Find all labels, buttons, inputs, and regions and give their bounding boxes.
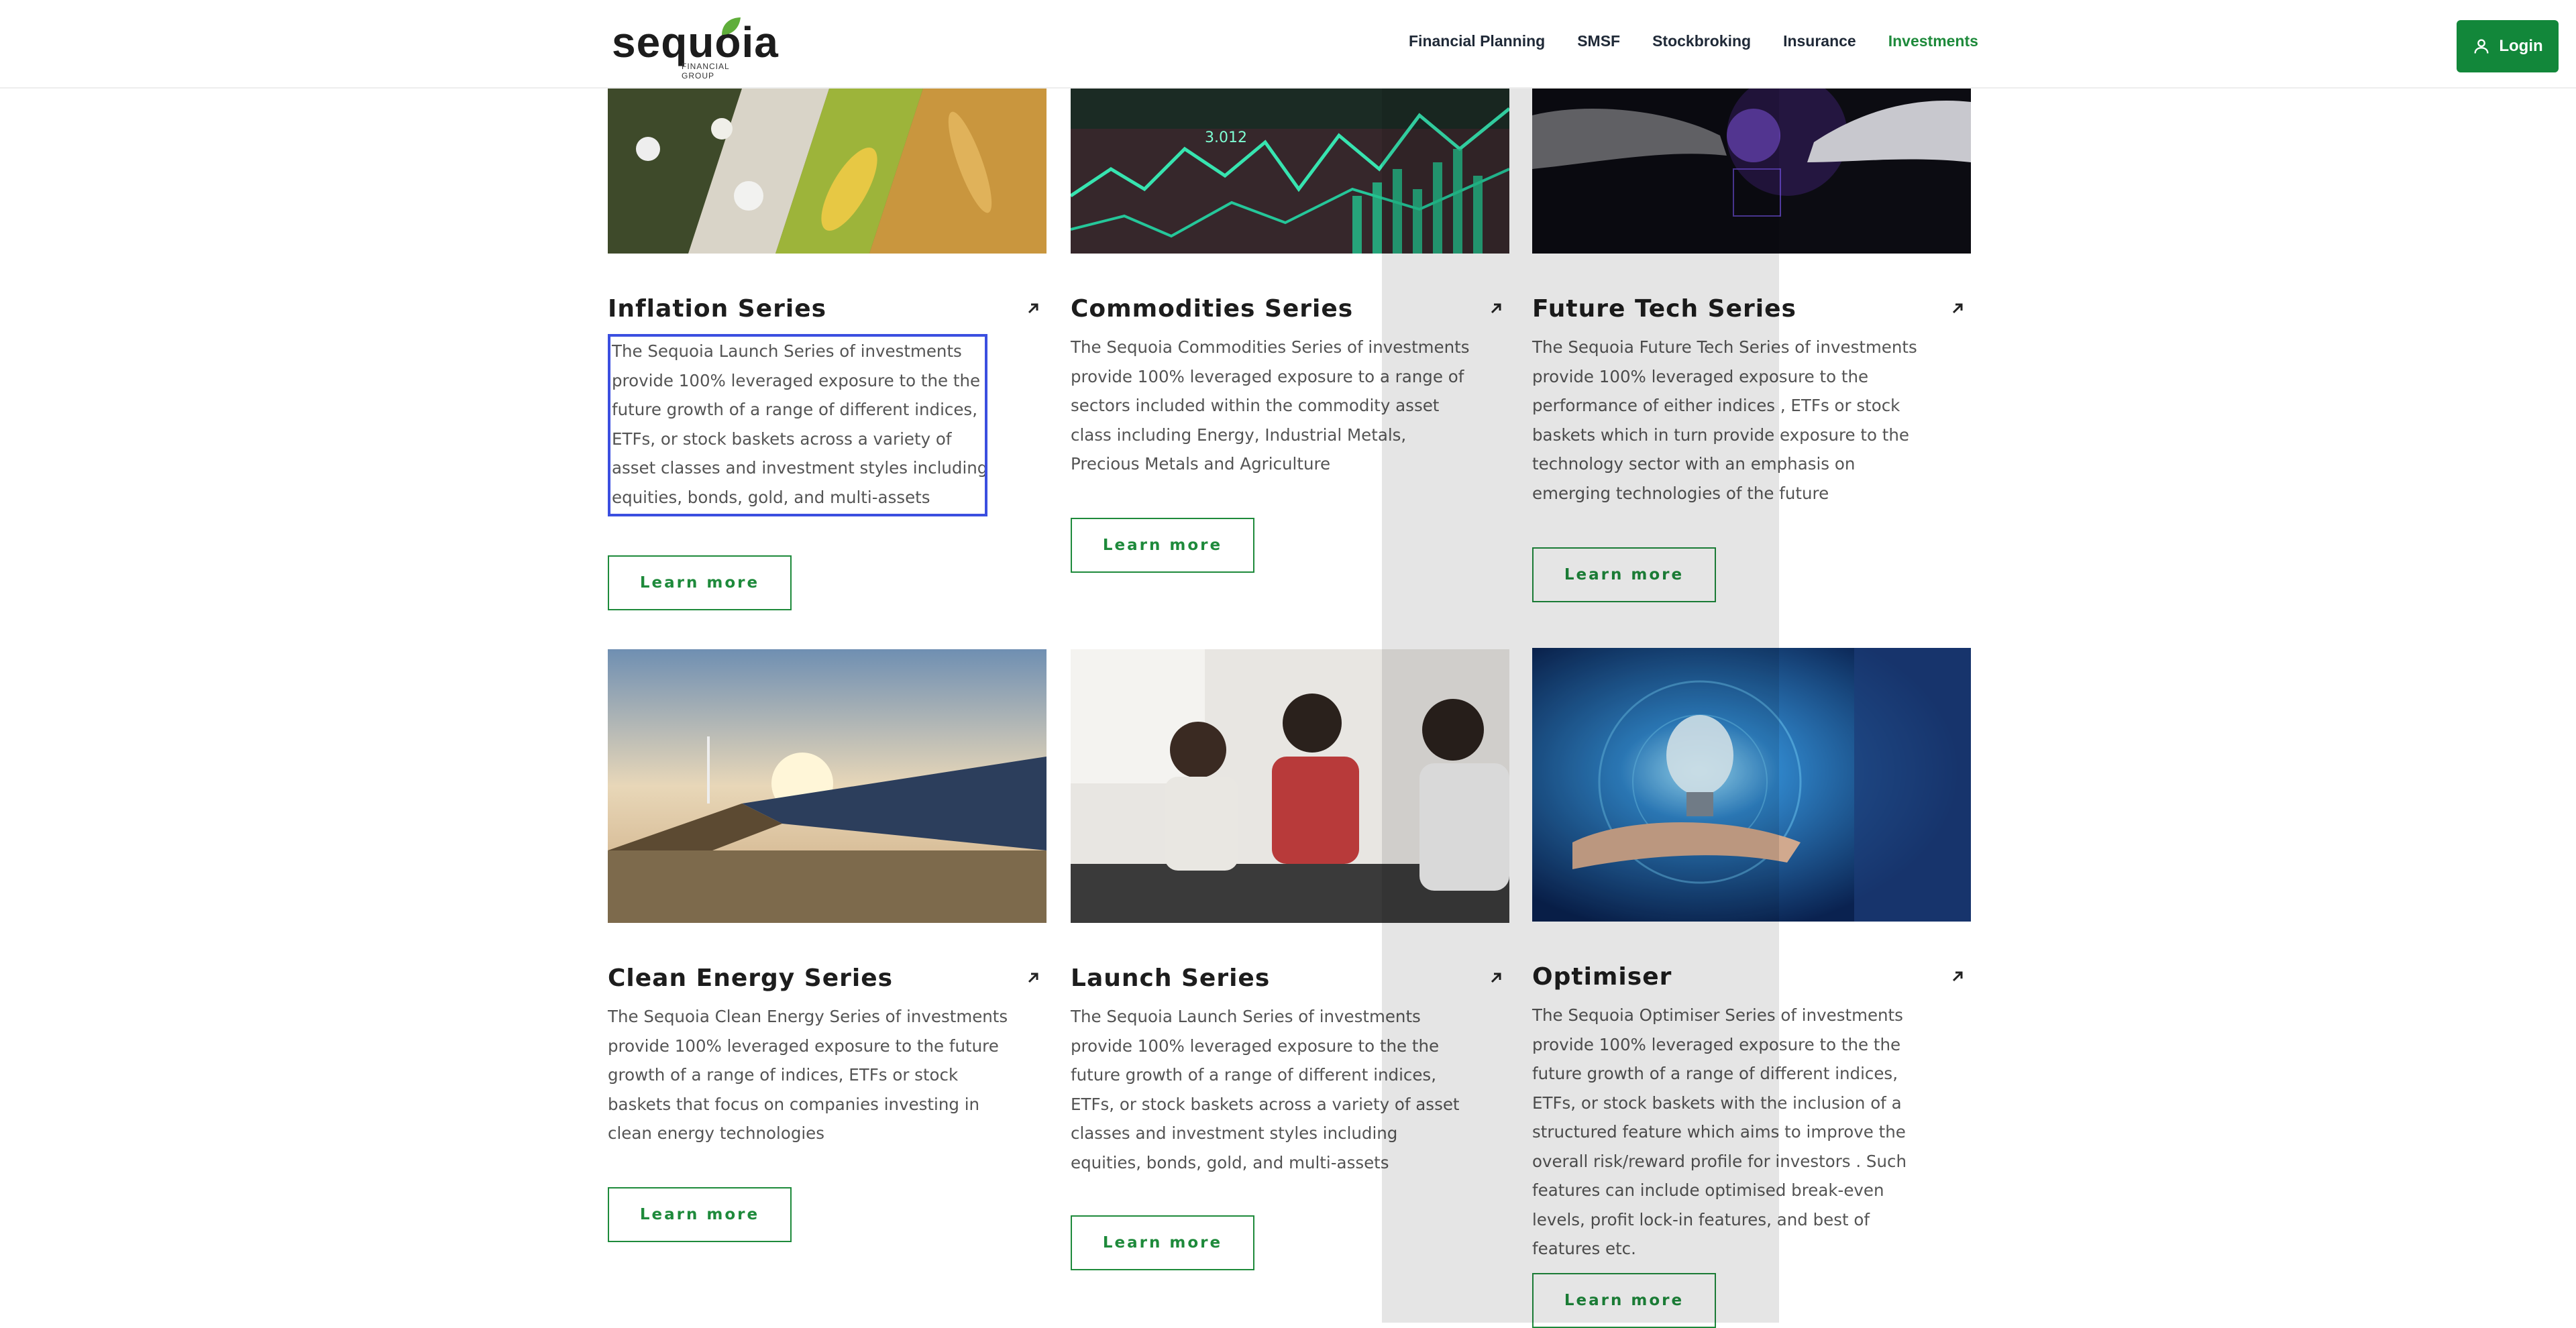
- site-header: sequoia FINANCIAL GROUP Financial Planni…: [0, 0, 2576, 89]
- card-description: The Sequoia Launch Series of investments…: [1071, 1007, 1460, 1172]
- card-description: The Sequoia Launch Series of investments…: [612, 341, 988, 507]
- arrow-up-right-icon[interactable]: [1025, 970, 1041, 986]
- nav-stockbroking[interactable]: Stockbroking: [1652, 32, 1751, 50]
- arrow-up-right-icon[interactable]: [1949, 969, 1966, 985]
- logo-subtext: FINANCIAL GROUP: [682, 62, 730, 80]
- arrow-up-right-icon[interactable]: [1025, 300, 1041, 317]
- learn-more-button[interactable]: Learn more: [608, 555, 792, 610]
- arrow-up-right-icon[interactable]: [1488, 300, 1504, 317]
- solar-panels-image: [608, 649, 1046, 923]
- robot-hand-image: [1532, 89, 1971, 254]
- card-title: Optimiser: [1532, 963, 1672, 991]
- learn-more-button[interactable]: Learn more: [1071, 1215, 1254, 1270]
- nav-financial-planning[interactable]: Financial Planning: [1409, 32, 1545, 50]
- nav-insurance[interactable]: Insurance: [1783, 32, 1856, 50]
- card-title: Future Tech Series: [1532, 295, 1796, 323]
- card-title: Clean Energy Series: [608, 964, 894, 992]
- nav-smsf[interactable]: SMSF: [1577, 32, 1620, 50]
- card-description: The Sequoia Optimiser Series of investme…: [1532, 1005, 1907, 1258]
- learn-more-button[interactable]: Learn more: [1532, 1273, 1716, 1328]
- nav-investments[interactable]: Investments: [1888, 32, 1978, 50]
- main-nav: Financial Planning SMSF Stockbroking Ins…: [1409, 32, 2010, 50]
- learn-more-button[interactable]: Learn more: [1071, 518, 1254, 573]
- learn-more-button[interactable]: Learn more: [608, 1187, 792, 1242]
- login-button[interactable]: Login: [2457, 20, 2559, 72]
- crops-image: [608, 89, 1046, 254]
- leaf-icon: [722, 17, 741, 35]
- card-title: Inflation Series: [608, 295, 827, 323]
- sequoia-logo[interactable]: sequoia FINANCIAL GROUP: [612, 15, 778, 80]
- login-label: Login: [2499, 37, 2543, 55]
- arrow-up-right-icon[interactable]: [1949, 300, 1966, 317]
- card-title: Launch Series: [1071, 964, 1271, 992]
- card-description: The Sequoia Commodities Series of invest…: [1071, 337, 1470, 474]
- card-description: The Sequoia Future Tech Series of invest…: [1532, 337, 1917, 503]
- meeting-image: [1071, 649, 1509, 923]
- lightbulb-hand-image: [1532, 648, 1971, 922]
- card-description: The Sequoia Clean Energy Series of inves…: [608, 1007, 1008, 1143]
- card-title: Commodities Series: [1071, 295, 1354, 323]
- logo-wordmark: sequoia: [612, 18, 779, 66]
- user-icon: [2474, 39, 2489, 54]
- stock-chart-image: 3.012: [1071, 89, 1509, 254]
- learn-more-button[interactable]: Learn more: [1532, 547, 1716, 602]
- chart-readout: 3.012: [1205, 129, 1247, 146]
- arrow-up-right-icon[interactable]: [1488, 970, 1504, 986]
